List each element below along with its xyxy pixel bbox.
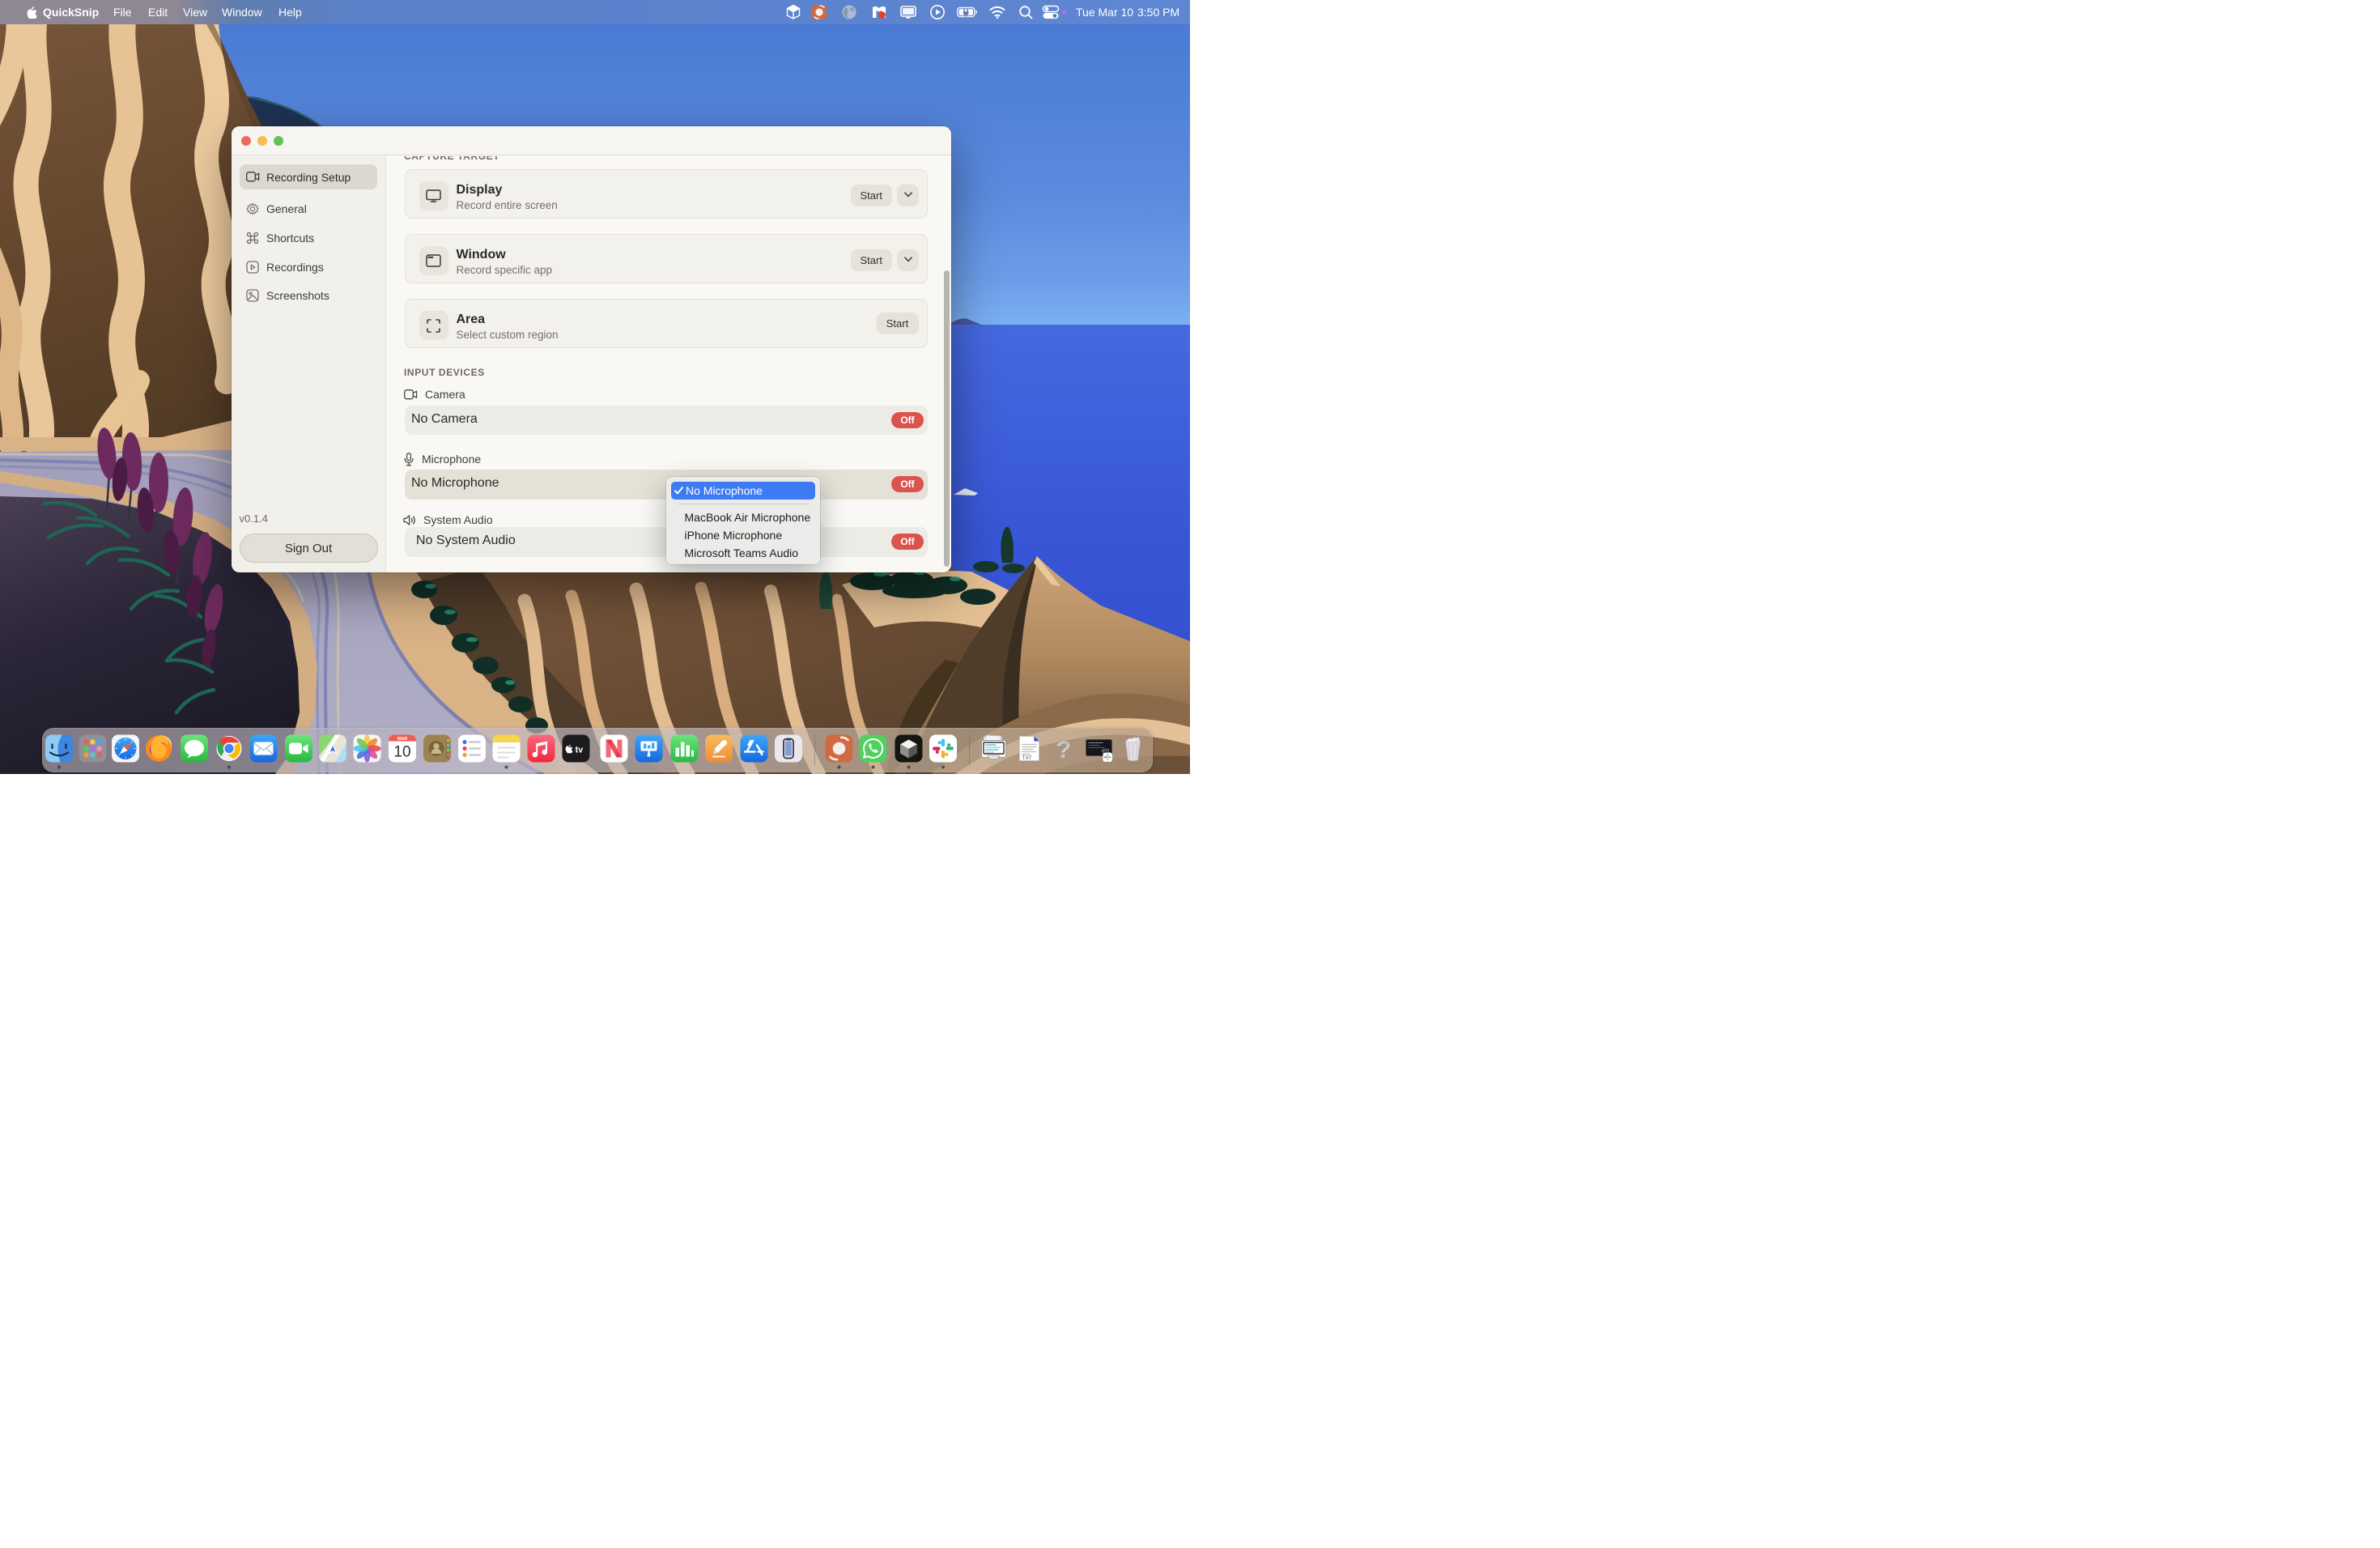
svg-text:tv: tv bbox=[576, 746, 584, 755]
svg-text:10: 10 bbox=[393, 744, 410, 761]
svg-text:?: ? bbox=[1055, 736, 1069, 763]
svg-text:TXT: TXT bbox=[1022, 755, 1032, 761]
svg-text:MAR: MAR bbox=[397, 737, 408, 742]
